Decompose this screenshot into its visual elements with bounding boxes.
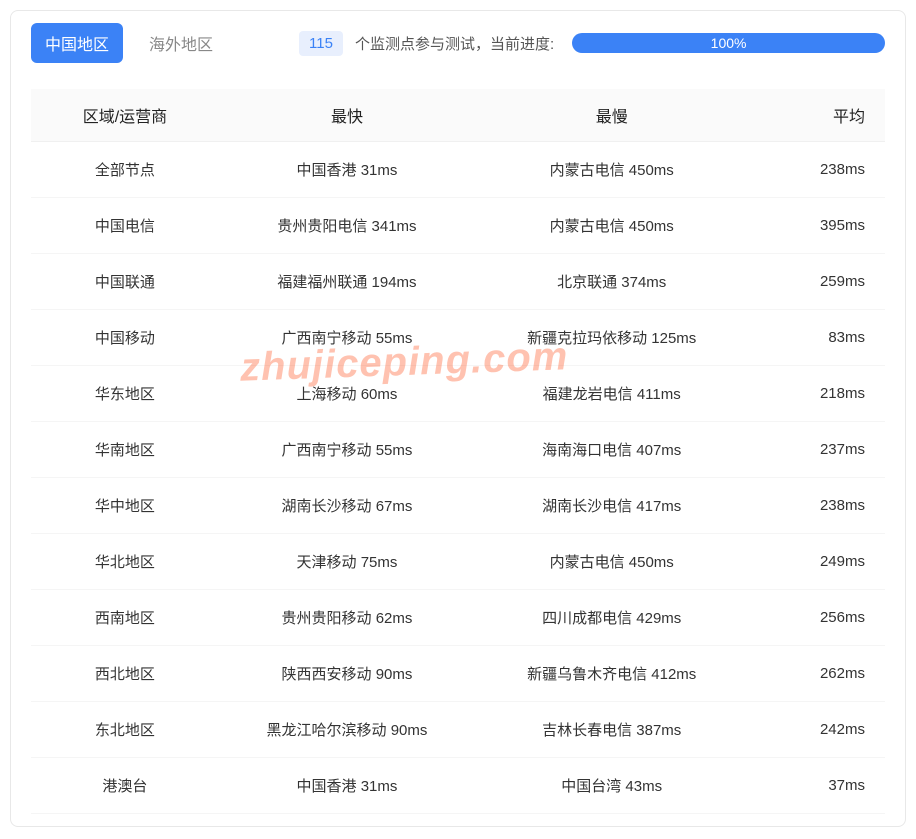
table-row: 华东地区上海移动 60ms福建龙岩电信 411ms218ms bbox=[31, 366, 885, 422]
cell-fastest: 贵州贵阳移动 62ms bbox=[219, 590, 475, 646]
cell-slowest: 内蒙古电信 450ms bbox=[475, 534, 748, 590]
table-row: 港澳台中国香港 31ms中国台湾 43ms37ms bbox=[31, 758, 885, 814]
cell-slowest: 新疆乌鲁木齐电信 412ms bbox=[475, 646, 748, 702]
table-row: 中国移动广西南宁移动 55ms新疆克拉玛依移动 125ms83ms bbox=[31, 310, 885, 366]
cell-average: 83ms bbox=[748, 310, 885, 366]
monitor-description: 个监测点参与测试，当前进度: bbox=[355, 33, 554, 54]
tab-china[interactable]: 中国地区 bbox=[31, 23, 123, 63]
cell-slowest: 内蒙古电信 450ms bbox=[475, 142, 748, 198]
cell-slowest: 北京联通 374ms bbox=[475, 254, 748, 310]
cell-region: 中国移动 bbox=[31, 310, 219, 366]
cell-region: 华南地区 bbox=[31, 422, 219, 478]
cell-average: 237ms bbox=[748, 422, 885, 478]
header-region[interactable]: 区域/运营商 bbox=[31, 89, 219, 142]
cell-region: 华中地区 bbox=[31, 478, 219, 534]
cell-average: 37ms bbox=[748, 758, 885, 814]
table-row: 东北地区黑龙江哈尔滨移动 90ms吉林长春电信 387ms242ms bbox=[31, 702, 885, 758]
cell-fastest: 中国香港 31ms bbox=[219, 758, 475, 814]
cell-fastest: 中国香港 31ms bbox=[219, 142, 475, 198]
header-average[interactable]: 平均 bbox=[748, 89, 885, 142]
cell-fastest: 黑龙江哈尔滨移动 90ms bbox=[219, 702, 475, 758]
cell-slowest: 海南海口电信 407ms bbox=[475, 422, 748, 478]
monitor-count-badge: 115 bbox=[299, 31, 343, 56]
cell-average: 238ms bbox=[748, 142, 885, 198]
table-row: 华南地区广西南宁移动 55ms海南海口电信 407ms237ms bbox=[31, 422, 885, 478]
cell-region: 华东地区 bbox=[31, 366, 219, 422]
cell-fastest: 天津移动 75ms bbox=[219, 534, 475, 590]
cell-fastest: 上海移动 60ms bbox=[219, 366, 475, 422]
cell-slowest: 四川成都电信 429ms bbox=[475, 590, 748, 646]
table-header-row: 区域/运营商 最快 最慢 平均 bbox=[31, 89, 885, 142]
results-table: 区域/运营商 最快 最慢 平均 全部节点中国香港 31ms内蒙古电信 450ms… bbox=[31, 89, 885, 814]
progress-bar: 100% bbox=[572, 33, 885, 53]
table-row: 全部节点中国香港 31ms内蒙古电信 450ms238ms bbox=[31, 142, 885, 198]
progress-percentage: 100% bbox=[711, 35, 747, 51]
cell-slowest: 新疆克拉玛依移动 125ms bbox=[475, 310, 748, 366]
cell-fastest: 湖南长沙移动 67ms bbox=[219, 478, 475, 534]
cell-average: 249ms bbox=[748, 534, 885, 590]
cell-region: 中国联通 bbox=[31, 254, 219, 310]
cell-region: 东北地区 bbox=[31, 702, 219, 758]
cell-average: 218ms bbox=[748, 366, 885, 422]
cell-average: 238ms bbox=[748, 478, 885, 534]
cell-slowest: 内蒙古电信 450ms bbox=[475, 198, 748, 254]
cell-slowest: 中国台湾 43ms bbox=[475, 758, 748, 814]
cell-slowest: 福建龙岩电信 411ms bbox=[475, 366, 748, 422]
cell-average: 242ms bbox=[748, 702, 885, 758]
cell-region: 西北地区 bbox=[31, 646, 219, 702]
table-row: 华北地区天津移动 75ms内蒙古电信 450ms249ms bbox=[31, 534, 885, 590]
tab-overseas[interactable]: 海外地区 bbox=[135, 23, 227, 63]
cell-region: 港澳台 bbox=[31, 758, 219, 814]
cell-slowest: 吉林长春电信 387ms bbox=[475, 702, 748, 758]
cell-average: 262ms bbox=[748, 646, 885, 702]
cell-fastest: 广西南宁移动 55ms bbox=[219, 422, 475, 478]
cell-fastest: 陕西西安移动 90ms bbox=[219, 646, 475, 702]
main-container: 中国地区 海外地区 115 个监测点参与测试，当前进度: 100% 区域/运营商… bbox=[10, 10, 906, 827]
cell-fastest: 福建福州联通 194ms bbox=[219, 254, 475, 310]
table-row: 中国联通福建福州联通 194ms北京联通 374ms259ms bbox=[31, 254, 885, 310]
table-row: 西南地区贵州贵阳移动 62ms四川成都电信 429ms256ms bbox=[31, 590, 885, 646]
header-bar: 中国地区 海外地区 115 个监测点参与测试，当前进度: 100% bbox=[31, 23, 885, 69]
cell-average: 259ms bbox=[748, 254, 885, 310]
cell-average: 256ms bbox=[748, 590, 885, 646]
header-fastest[interactable]: 最快 bbox=[219, 89, 475, 142]
cell-region: 中国电信 bbox=[31, 198, 219, 254]
cell-average: 395ms bbox=[748, 198, 885, 254]
header-slowest[interactable]: 最慢 bbox=[475, 89, 748, 142]
cell-region: 西南地区 bbox=[31, 590, 219, 646]
cell-region: 华北地区 bbox=[31, 534, 219, 590]
table-row: 西北地区陕西西安移动 90ms新疆乌鲁木齐电信 412ms262ms bbox=[31, 646, 885, 702]
table-row: 华中地区湖南长沙移动 67ms湖南长沙电信 417ms238ms bbox=[31, 478, 885, 534]
cell-slowest: 湖南长沙电信 417ms bbox=[475, 478, 748, 534]
cell-fastest: 广西南宁移动 55ms bbox=[219, 310, 475, 366]
cell-region: 全部节点 bbox=[31, 142, 219, 198]
cell-fastest: 贵州贵阳电信 341ms bbox=[219, 198, 475, 254]
table-row: 中国电信贵州贵阳电信 341ms内蒙古电信 450ms395ms bbox=[31, 198, 885, 254]
